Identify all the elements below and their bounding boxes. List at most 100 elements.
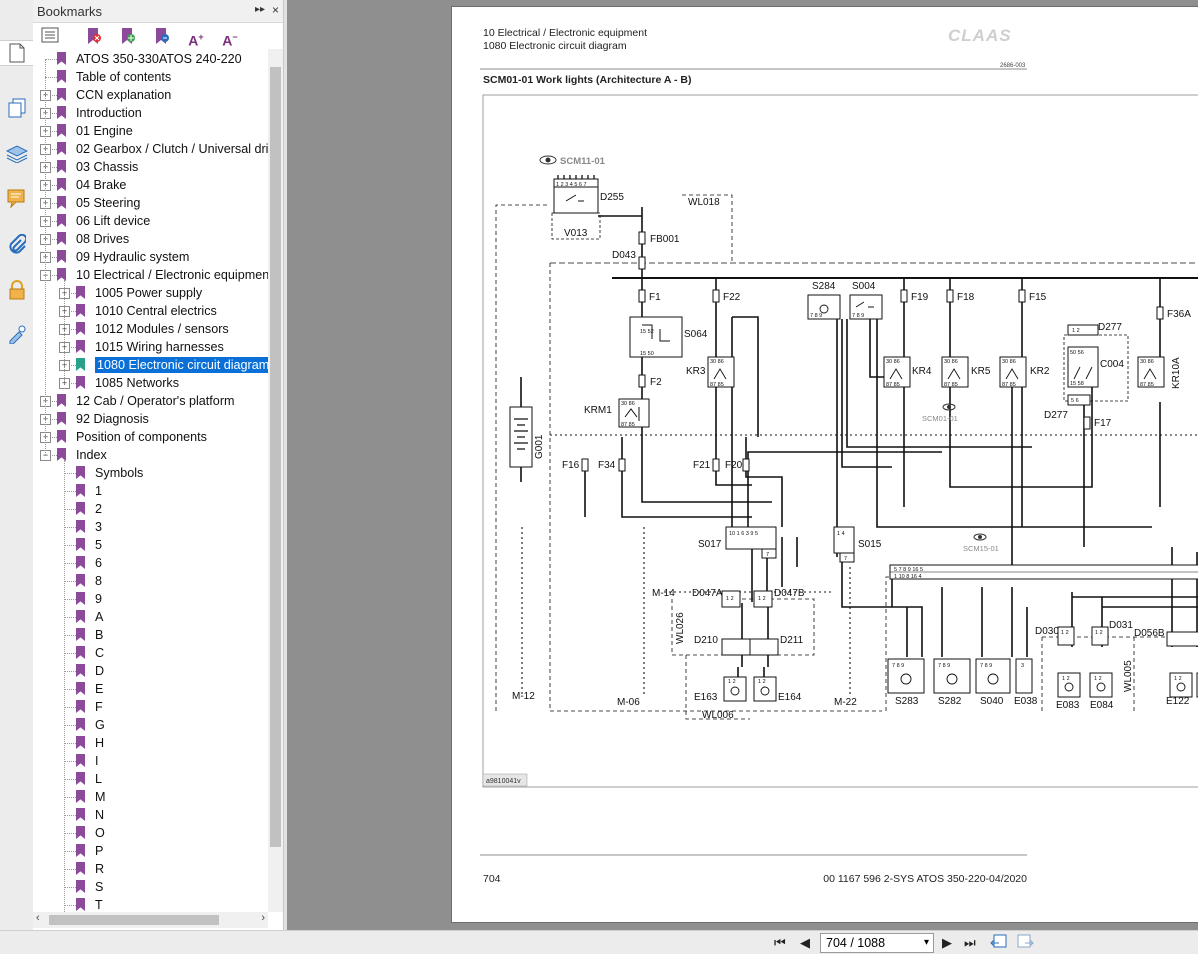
previous-view-icon[interactable] — [990, 934, 1008, 953]
bookmark-label[interactable]: B — [95, 627, 103, 643]
bookmark-horizontal-scrollbar[interactable]: ‹ › — [33, 912, 268, 928]
bookmark-label[interactable]: 12 Cab / Operator's platform — [76, 393, 235, 409]
bookmark-label[interactable]: G — [95, 717, 105, 733]
bookmark-label[interactable]: 08 Drives — [76, 231, 129, 247]
bookmark-label[interactable]: F — [95, 699, 103, 715]
bookmark-item[interactable]: ATOS 350-330ATOS 240-220 — [33, 50, 268, 68]
comments-tab-icon[interactable] — [5, 186, 29, 210]
bookmark-item[interactable]: + Introduction — [33, 104, 268, 122]
bookmark-label[interactable]: C — [95, 645, 104, 661]
layers-tab-icon[interactable] — [5, 142, 29, 166]
vertical-scroll-thumb[interactable] — [270, 67, 281, 847]
bookmark-label[interactable]: 1005 Power supply — [95, 285, 202, 301]
expand-bookmark-icon[interactable] — [151, 27, 173, 47]
bookmark-label[interactable]: 02 Gearbox / Clutch / Universal driv — [76, 141, 268, 157]
bookmark-item[interactable]: Symbols — [33, 464, 268, 482]
page-number-field[interactable]: 704 / 1088 ▾ — [820, 933, 934, 953]
new-bookmark-icon[interactable] — [117, 27, 139, 47]
first-page-button[interactable]: ⏮ — [774, 935, 786, 951]
bookmark-label[interactable]: 2 — [95, 501, 102, 517]
bookmark-label[interactable]: 92 Diagnosis — [76, 411, 149, 427]
bookmark-item[interactable]: Table of contents — [33, 68, 268, 86]
security-lock-icon[interactable] — [5, 278, 29, 302]
bookmark-item[interactable]: 5 — [33, 536, 268, 554]
bookmark-label[interactable]: Position of components — [76, 429, 207, 445]
bookmark-label[interactable]: 05 Steering — [76, 195, 140, 211]
text-larger-icon[interactable]: A+ — [185, 27, 207, 49]
bookmark-item[interactable]: +1015 Wiring harnesses — [33, 338, 268, 356]
bookmark-label[interactable]: 03 Chassis — [76, 159, 138, 175]
bookmark-item[interactable]: +03 Chassis — [33, 158, 268, 176]
scroll-left-arrow-icon[interactable]: ‹ — [36, 912, 40, 924]
bookmark-label[interactable]: S — [95, 879, 103, 895]
bookmark-item[interactable]: C — [33, 644, 268, 662]
bookmark-label[interactable]: N — [95, 807, 104, 823]
page-dropdown-icon[interactable]: ▾ — [924, 934, 929, 952]
bookmark-item[interactable]: I — [33, 752, 268, 770]
bookmark-label[interactable]: Index — [76, 447, 107, 463]
bookmark-item[interactable]: 8 — [33, 572, 268, 590]
next-page-button[interactable]: ▶ — [942, 935, 952, 951]
bookmark-item[interactable]: +1012 Modules / sensors — [33, 320, 268, 338]
bookmark-item[interactable]: A — [33, 608, 268, 626]
bookmark-item[interactable]: 3 — [33, 518, 268, 536]
bookmark-item[interactable]: +1010 Central electrics — [33, 302, 268, 320]
bookmark-item[interactable]: +04 Brake — [33, 176, 268, 194]
bookmark-item[interactable]: T — [33, 896, 268, 912]
bookmark-label[interactable]: 1010 Central electrics — [95, 303, 217, 319]
bookmark-item[interactable]: + Position of components — [33, 428, 268, 446]
bookmark-item[interactable]: N — [33, 806, 268, 824]
bookmark-item[interactable]: +1085 Networks — [33, 374, 268, 392]
bookmark-label[interactable]: H — [95, 735, 104, 751]
bookmark-item[interactable]: 6 — [33, 554, 268, 572]
bookmark-label[interactable]: 09 Hydraulic system — [76, 249, 189, 265]
bookmark-item[interactable]: +92 Diagnosis — [33, 410, 268, 428]
bookmark-label[interactable]: Symbols — [95, 465, 143, 481]
bookmark-label[interactable]: CCN explanation — [76, 87, 171, 103]
bookmark-item[interactable]: +02 Gearbox / Clutch / Universal driv — [33, 140, 268, 158]
bookmark-label[interactable]: P — [95, 843, 103, 859]
horizontal-scroll-thumb[interactable] — [49, 915, 219, 925]
bookmark-label[interactable]: M — [95, 789, 106, 805]
bookmark-item[interactable]: +01 Engine — [33, 122, 268, 140]
bookmark-item[interactable]: P — [33, 842, 268, 860]
bookmark-label[interactable]: 8 — [95, 573, 102, 589]
text-smaller-icon[interactable]: A− — [219, 27, 241, 49]
bookmark-label[interactable]: Table of contents — [76, 69, 171, 85]
delete-bookmark-icon[interactable] — [83, 27, 105, 47]
next-view-icon[interactable] — [1016, 934, 1034, 953]
bookmark-item[interactable]: O — [33, 824, 268, 842]
bookmark-label[interactable]: 06 Lift device — [76, 213, 150, 229]
bookmark-item[interactable]: +1080 Electronic circuit diagram — [33, 356, 268, 374]
scroll-right-arrow-icon[interactable]: › — [261, 912, 265, 924]
bookmark-label[interactable]: 10 Electrical / Electronic equipment — [76, 267, 268, 283]
bookmark-item[interactable]: + CCN explanation — [33, 86, 268, 104]
bookmark-item[interactable]: L — [33, 770, 268, 788]
bookmark-item[interactable]: 9 — [33, 590, 268, 608]
bookmark-label[interactable]: 1 — [95, 483, 102, 499]
bookmark-item[interactable]: − Index — [33, 446, 268, 464]
bookmark-label[interactable]: 1085 Networks — [95, 375, 179, 391]
bookmark-label[interactable]: 04 Brake — [76, 177, 126, 193]
list-options-icon[interactable] — [39, 27, 61, 47]
page-indicator[interactable]: 704 / 1088 — [826, 934, 885, 952]
attachments-tab-icon[interactable] — [5, 232, 29, 256]
document-viewer[interactable]: 10 Electrical / Electronic equipment 108… — [287, 0, 1198, 930]
bookmark-label[interactable]: 1015 Wiring harnesses — [95, 339, 224, 355]
bookmarks-tab-icon[interactable] — [0, 40, 33, 66]
bookmark-item[interactable]: +05 Steering — [33, 194, 268, 212]
bookmark-item[interactable]: E — [33, 680, 268, 698]
previous-page-button[interactable]: ◀ — [800, 935, 810, 951]
bookmark-item[interactable]: +09 Hydraulic system — [33, 248, 268, 266]
bookmark-label[interactable]: L — [95, 771, 102, 787]
bookmark-label[interactable]: 01 Engine — [76, 123, 133, 139]
bookmark-label[interactable]: T — [95, 897, 103, 912]
bookmark-item[interactable]: D — [33, 662, 268, 680]
bookmark-label[interactable]: 6 — [95, 555, 102, 571]
bookmark-label[interactable]: Introduction — [76, 105, 142, 121]
bookmark-label[interactable]: 1080 Electronic circuit diagram — [95, 357, 268, 373]
bookmark-item[interactable]: H — [33, 734, 268, 752]
thumbnails-tab-icon[interactable] — [5, 96, 29, 120]
bookmark-item[interactable]: −10 Electrical / Electronic equipment — [33, 266, 268, 284]
bookmark-label[interactable]: ATOS 350-330ATOS 240-220 — [76, 51, 242, 67]
